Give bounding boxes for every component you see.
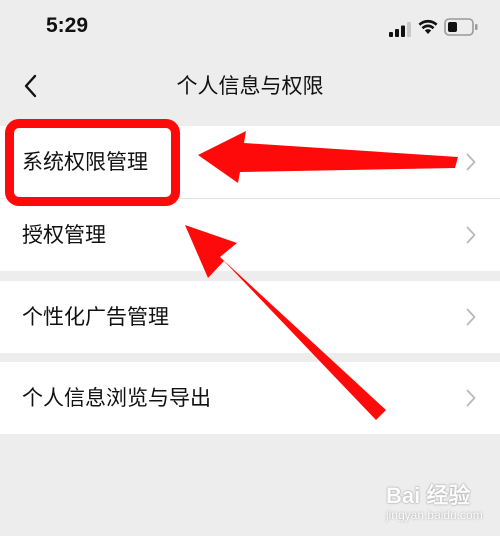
- chevron-right-icon: [466, 389, 476, 407]
- nav-bar: 个人信息与权限: [0, 56, 500, 114]
- menu-item-info-export[interactable]: 个人信息浏览与导出: [0, 362, 500, 434]
- chevron-right-icon: [466, 226, 476, 244]
- chevron-right-icon: [466, 153, 476, 171]
- menu-item-system-permissions[interactable]: 系统权限管理: [0, 126, 500, 198]
- status-bar: 5:29: [0, 0, 500, 56]
- menu-item-label: 授权管理: [22, 223, 106, 247]
- status-time: 5:29: [46, 14, 89, 37]
- watermark-logo: Bai 经验: [386, 483, 471, 508]
- watermark: Bai 经验 jingyan.baidu.com: [386, 478, 496, 534]
- wifi-icon: [418, 19, 438, 34]
- page-title: 个人信息与权限: [176, 74, 324, 98]
- menu-item-personalized-ads[interactable]: 个性化广告管理: [0, 281, 500, 353]
- menu-item-label: 个性化广告管理: [22, 305, 169, 329]
- menu-item-authorization[interactable]: 授权管理: [0, 199, 500, 271]
- watermark-url: jingyan.baidu.com: [386, 508, 483, 522]
- battery-icon: [444, 18, 478, 36]
- menu-item-label: 个人信息浏览与导出: [22, 386, 211, 410]
- chevron-right-icon: [466, 308, 476, 326]
- signal-icon: [389, 22, 411, 37]
- menu-item-label: 系统权限管理: [22, 150, 148, 174]
